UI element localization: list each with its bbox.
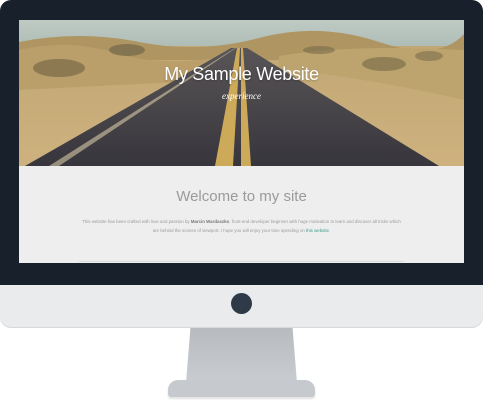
monitor-stand-foot <box>168 380 315 397</box>
hero-banner: My Sample Website experience <box>19 20 464 166</box>
site-title: My Sample Website <box>164 64 319 84</box>
intro-text-end: . <box>329 228 331 233</box>
section-divider <box>79 261 404 262</box>
monitor-logo-icon <box>231 293 252 314</box>
monitor-stand-neck <box>186 328 297 383</box>
site-subtitle: experience <box>222 91 261 101</box>
author-name: Marcin Wardaszko <box>190 219 230 224</box>
welcome-section: Welcome to my site This website has been… <box>19 166 464 263</box>
intro-paragraph: This website has been crafted with love … <box>79 217 404 235</box>
welcome-heading: Welcome to my site <box>176 188 307 205</box>
website-screen: My Sample Website experience Welcome to … <box>19 20 464 263</box>
intro-text-start: This website has been crafted with love … <box>82 219 191 224</box>
website-link[interactable]: this website <box>306 228 329 233</box>
imac-monitor: My Sample Website experience Welcome to … <box>0 0 483 400</box>
